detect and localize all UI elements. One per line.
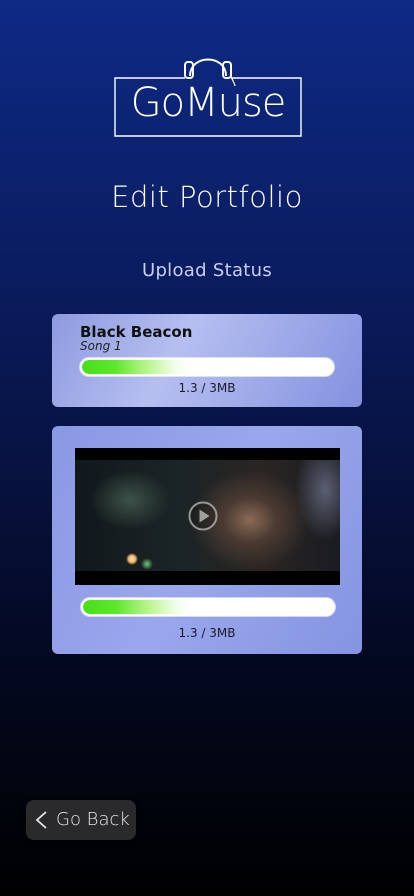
go-back-button[interactable]: Go Back	[26, 800, 136, 840]
upload-progress-fill	[82, 360, 190, 374]
upload-card-video: 1.3 / 3MB	[52, 426, 362, 654]
upload-size-label: 1.3 / 3MB	[178, 381, 236, 395]
upload-progress-bar	[81, 598, 335, 616]
song-subtitle: Song 1	[80, 339, 122, 353]
video-thumbnail[interactable]	[75, 448, 340, 585]
upload-progress-fill	[83, 600, 191, 614]
logo-text: GoMuse	[130, 80, 287, 126]
page-title: Edit Portfolio	[111, 180, 303, 214]
chevron-left-icon	[35, 811, 47, 829]
upload-card-song: Black Beacon Song 1 1.3 / 3MB	[52, 314, 362, 407]
upload-size-label: 1.3 / 3MB	[178, 626, 236, 640]
play-icon[interactable]	[188, 501, 218, 531]
upload-progress-bar	[80, 358, 334, 376]
upload-status-heading: Upload Status	[141, 260, 273, 281]
app-logo: GoMuse	[114, 42, 302, 138]
go-back-label: Go Back	[56, 809, 130, 830]
